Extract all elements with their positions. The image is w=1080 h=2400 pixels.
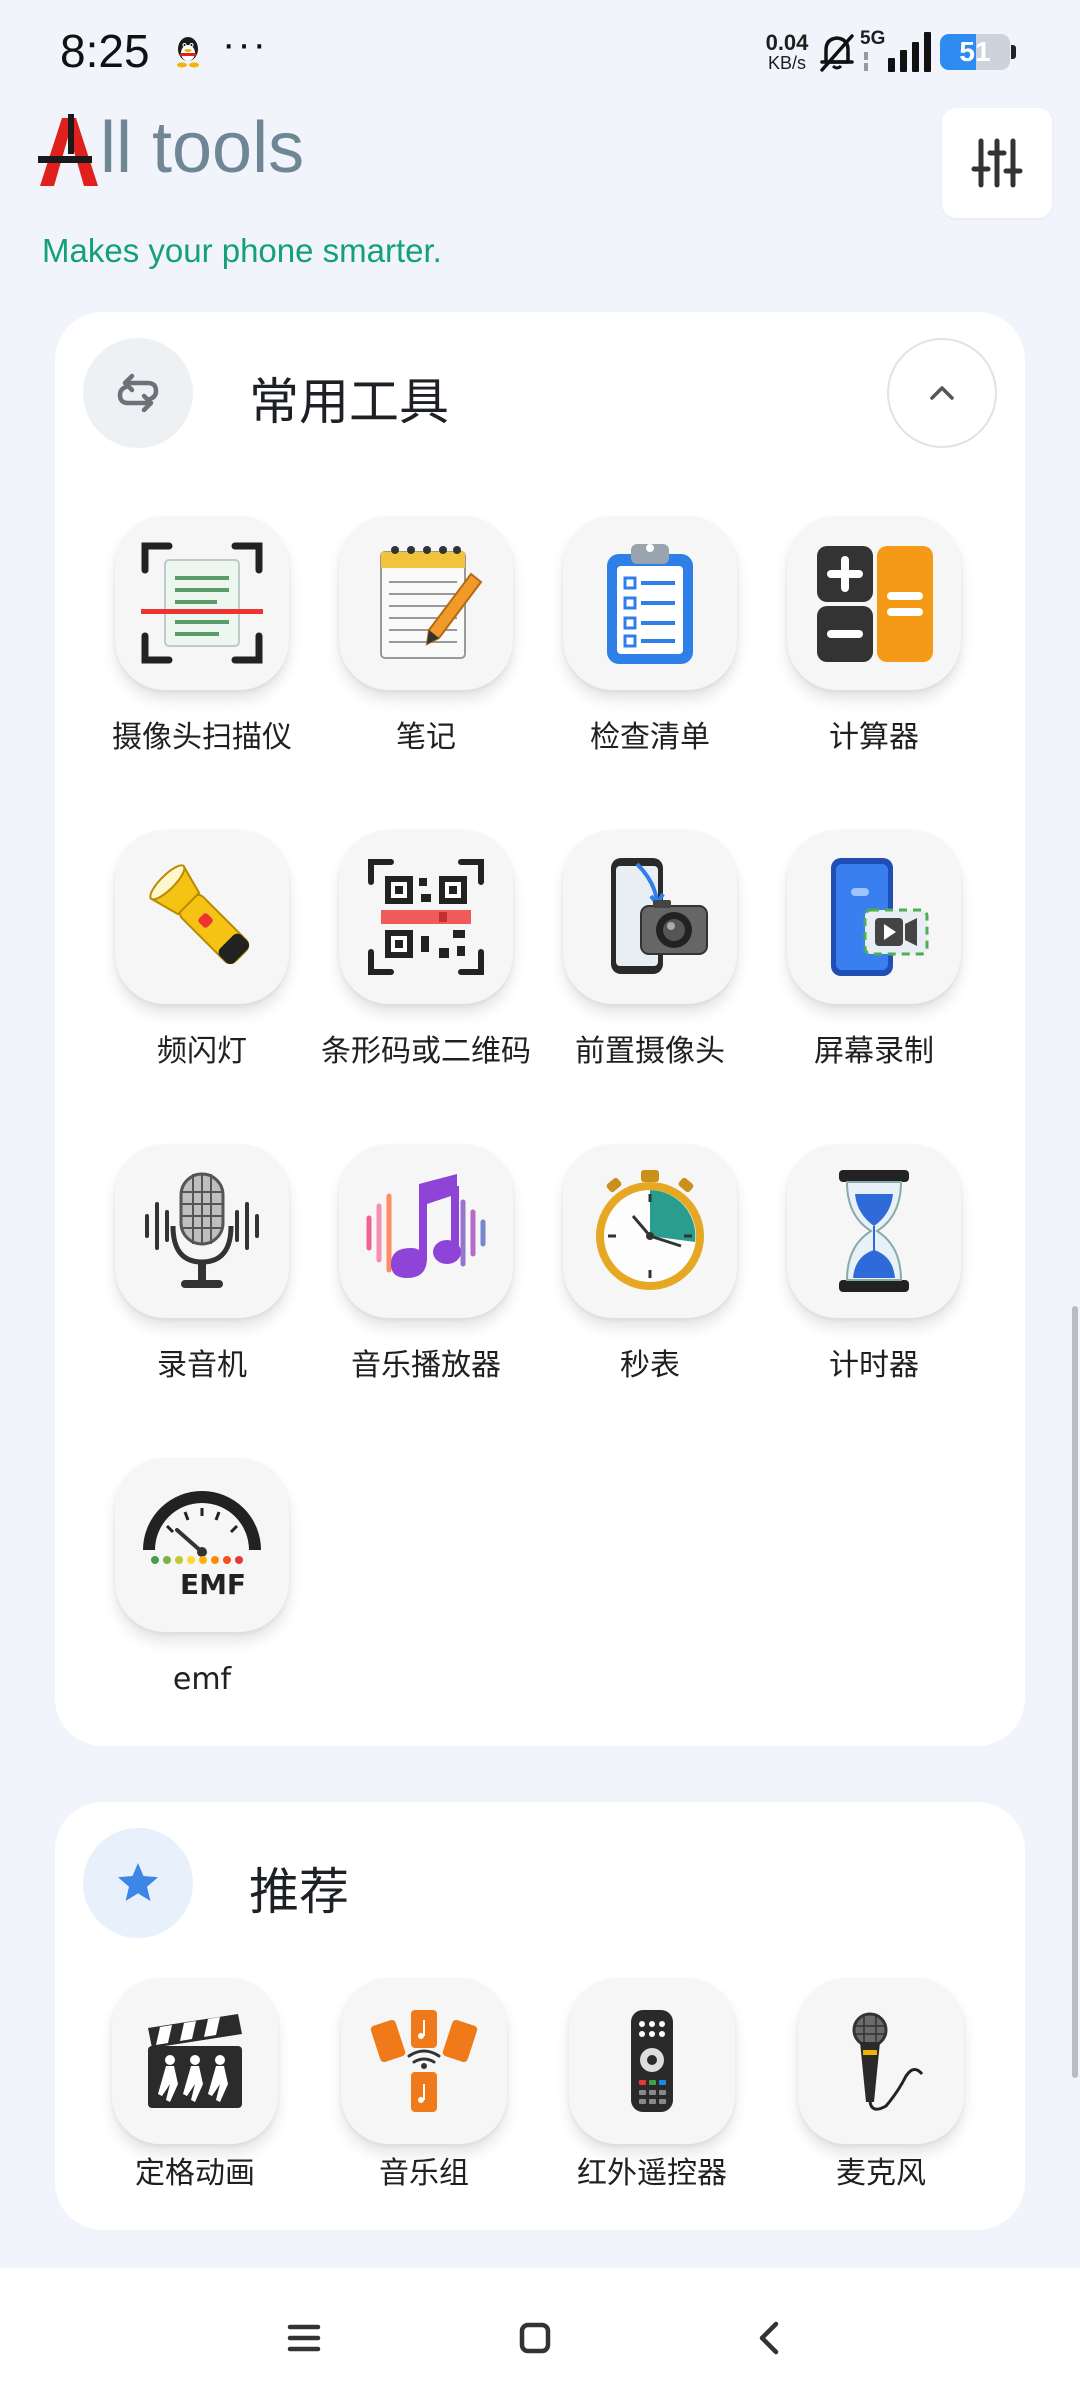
clapperboard-icon [148,2014,242,2108]
handheld-mic-icon [852,2012,924,2111]
more-notifications-icon: ··· [222,22,268,66]
tool-timer[interactable]: 计时器 [762,1144,986,1386]
tool-barcode-qr[interactable]: 条形码或二维码 [314,830,538,1072]
tool-music-group[interactable]: 音乐组 [312,1978,536,2194]
collapse-button[interactable] [887,338,997,448]
tool-label: 计算器 [829,720,919,755]
battery-indicator: 51 [940,34,1016,70]
tool-label: 摄像头扫描仪 [112,720,292,755]
signal-strength-icon [864,32,931,72]
recent-apps-button[interactable] [274,2308,334,2368]
tool-strobe-light[interactable]: 频闪灯 [90,830,314,1072]
back-button[interactable] [740,2308,800,2368]
app-logo [38,114,98,186]
refresh-arrows-icon [117,373,159,413]
tool-label: 秒表 [620,1348,680,1383]
tool-stopwatch[interactable]: 秒表 [538,1144,762,1386]
star-icon [118,1863,158,1901]
network-speed: 0.04 KB/s [765,30,809,74]
tool-checklist[interactable]: 检查清单 [538,516,762,758]
menu-lines-icon [287,2324,321,2352]
navigation-bar [0,2268,1080,2400]
tool-label: 麦克风 [836,2156,926,2191]
common-tools-card: 常用工具 摄像头扫描仪 笔记 检查清单 计算器 频闪灯 条形码或二维码 前置摄像… [55,312,1025,1746]
front-camera-icon [611,858,708,974]
tool-screen-recorder[interactable]: 屏幕录制 [762,830,986,1072]
tool-label: 定格动画 [135,2156,255,2191]
tool-label: emf [172,1662,232,1697]
section-title-recommended: 推荐 [249,1863,349,1921]
tool-label: 屏幕录制 [814,1034,934,1069]
tool-label: 条形码或二维码 [321,1034,531,1069]
tool-label: 频闪灯 [157,1034,247,1069]
tool-label: 音乐组 [379,2156,469,2191]
music-note-icon [366,1174,486,1278]
tool-calculator[interactable]: 计算器 [762,516,986,758]
notepad-icon [380,546,483,659]
tool-label: 检查清单 [590,720,710,755]
battery-percent: 51 [959,36,991,67]
bell-muted-icon [820,34,854,72]
document-scanner-icon [141,542,263,664]
recommended-card: 推荐 定格动画 音乐组 红外遥控器 麦克风 [55,1802,1025,2230]
tool-emf[interactable]: EMF emf [90,1458,314,1700]
qr-code-icon [368,859,484,975]
tool-camera-scanner[interactable]: 摄像头扫描仪 [90,516,314,758]
hourglass-icon [839,1170,909,1292]
tool-label: 录音机 [157,1348,247,1383]
page-title-text: ll tools [100,108,305,188]
checklist-clipboard-icon [607,544,693,664]
screen-recorder-icon [831,858,929,976]
microphone-recorder-icon [145,1172,259,1288]
settings-button[interactable] [942,108,1052,218]
card-icon [83,1828,193,1938]
tool-label: 音乐播放器 [351,1348,501,1383]
stopwatch-icon [596,1170,704,1290]
tool-ir-remote[interactable]: 红外遥控器 [540,1978,764,2194]
chevron-up-icon [930,386,954,400]
tool-microphone[interactable]: 麦克风 [769,1978,993,2194]
tool-label: 笔记 [396,720,456,755]
status-bar: 8:25 ··· 0.04 KB/s 5G 51 [0,0,1080,104]
sliders-icon [971,138,1023,188]
qq-notification-icon [177,37,199,68]
music-group-icon [370,2010,478,2112]
tool-music-player[interactable]: 音乐播放器 [314,1144,538,1386]
tool-voice-recorder[interactable]: 录音机 [90,1144,314,1386]
tool-label: 红外遥控器 [577,2156,727,2191]
tool-stop-motion[interactable]: 定格动画 [83,1978,307,2194]
home-button[interactable] [505,2308,565,2368]
tool-notes[interactable]: 笔记 [314,516,538,758]
svg-text:EMF: EMF [180,1568,246,1601]
back-chevron-icon [759,2321,779,2355]
calculator-icon [817,546,933,662]
tool-label: 前置摄像头 [575,1034,725,1069]
home-square-icon [519,2322,551,2354]
page-subtitle: Makes your phone smarter. [42,232,442,269]
tool-label: 计时器 [829,1348,919,1383]
flashlight-icon [149,864,250,965]
scrollbar[interactable] [1072,1306,1078,2078]
tool-front-camera[interactable]: 前置摄像头 [538,830,762,1072]
status-time: 8:25 [60,25,150,77]
remote-control-icon [631,2010,673,2112]
emf-meter-icon: EMF [143,1491,261,1601]
section-title-common-tools: 常用工具 [249,373,449,431]
card-icon [83,338,193,448]
page-title: ll tools [36,108,304,188]
